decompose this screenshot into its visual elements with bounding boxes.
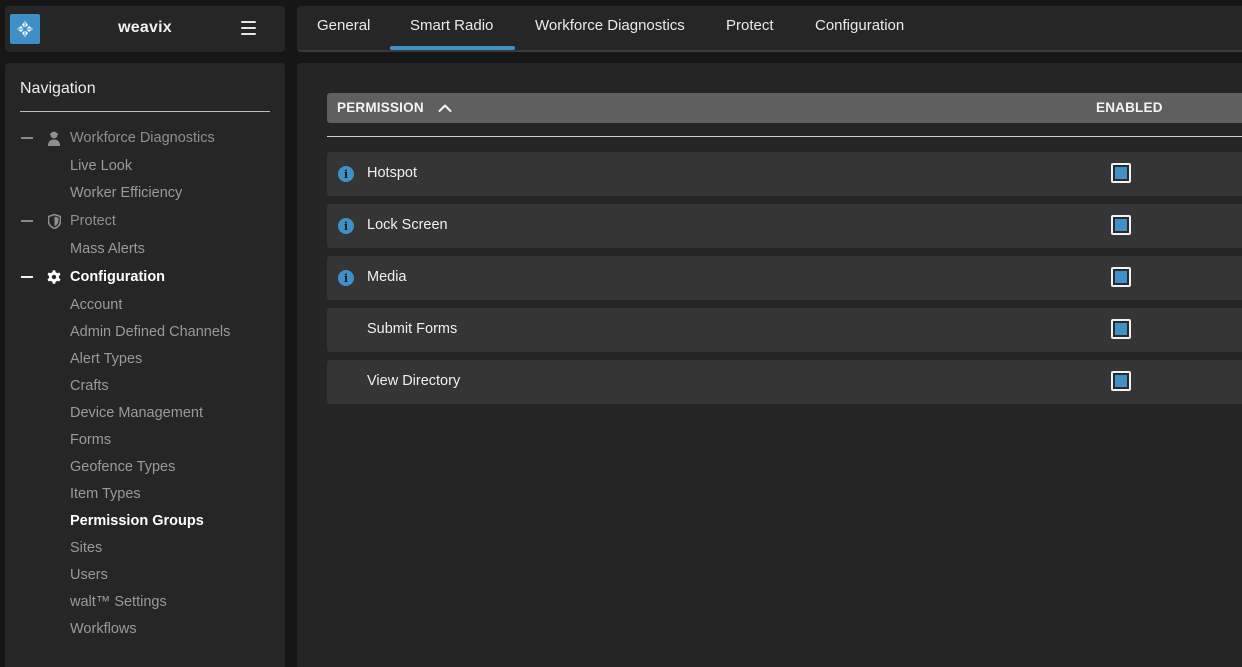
sidebar-item-alert-types[interactable]: Alert Types xyxy=(70,351,142,367)
enabled-checkbox[interactable] xyxy=(1111,319,1131,339)
sidebar-item-live-look[interactable]: Live Look xyxy=(70,158,132,174)
menu-toggle-icon[interactable] xyxy=(241,21,256,35)
sidebar-item-users[interactable]: Users xyxy=(70,567,108,583)
sidebar-item-crafts[interactable]: Crafts xyxy=(70,378,109,394)
gear-icon xyxy=(46,269,62,285)
permission-label: View Directory xyxy=(367,373,461,389)
tab-protect[interactable]: Protect xyxy=(726,17,774,34)
info-icon[interactable]: i xyxy=(338,218,354,234)
sidebar-item-admin-defined-channels[interactable]: Admin Defined Channels xyxy=(70,324,230,340)
nav-divider xyxy=(20,111,270,112)
enabled-checkbox[interactable] xyxy=(1111,267,1131,287)
tab-smart-radio[interactable]: Smart Radio xyxy=(410,17,493,34)
enabled-checkbox[interactable] xyxy=(1111,215,1131,235)
enabled-checkbox[interactable] xyxy=(1111,371,1131,391)
sidebar-item-geofence-types[interactable]: Geofence Types xyxy=(70,459,175,475)
sidebar-item-item-types[interactable]: Item Types xyxy=(70,486,141,502)
sidebar-section-workforce-diagnostics[interactable]: Workforce Diagnostics xyxy=(70,130,215,146)
main-panel: PERMISSION ENABLED i Hotspot i Lock Scre… xyxy=(297,63,1242,667)
sidebar-item-walt-settings[interactable]: walt™ Settings xyxy=(70,594,167,610)
sidebar-item-sites[interactable]: Sites xyxy=(70,540,102,556)
sidebar-item-workflows[interactable]: Workflows xyxy=(70,621,137,637)
table-row: View Directory xyxy=(327,360,1242,404)
sidebar-item-worker-efficiency[interactable]: Worker Efficiency xyxy=(70,185,182,201)
shield-icon xyxy=(46,213,62,229)
sidebar: Navigation Workforce Diagnostics Live Lo… xyxy=(5,63,285,667)
column-header-permission[interactable]: PERMISSION xyxy=(337,100,424,115)
enabled-checkbox[interactable] xyxy=(1111,163,1131,183)
sidebar-item-mass-alerts[interactable]: Mass Alerts xyxy=(70,241,145,257)
worker-icon xyxy=(46,130,62,146)
table-header-divider xyxy=(327,136,1242,137)
column-header-enabled: ENABLED xyxy=(1096,100,1163,115)
table-header: PERMISSION ENABLED xyxy=(327,93,1242,123)
tab-general[interactable]: General xyxy=(317,17,370,34)
permission-label: Submit Forms xyxy=(367,321,458,337)
sidebar-item-device-management[interactable]: Device Management xyxy=(70,405,203,421)
sidebar-item-permission-groups[interactable]: Permission Groups xyxy=(70,513,204,529)
brand-header: weavix xyxy=(5,6,285,52)
table-row: i Hotspot xyxy=(327,152,1242,196)
permission-label: Media xyxy=(367,269,407,285)
sidebar-item-forms[interactable]: Forms xyxy=(70,432,111,448)
sidebar-item-account[interactable]: Account xyxy=(70,297,122,313)
permission-label: Lock Screen xyxy=(367,217,448,233)
permission-label: Hotspot xyxy=(367,165,417,181)
active-tab-indicator xyxy=(390,46,515,50)
sort-ascending-icon[interactable] xyxy=(437,100,453,116)
sidebar-section-protect[interactable]: Protect xyxy=(70,213,116,229)
nav-title: Navigation xyxy=(20,80,96,97)
info-icon[interactable]: i xyxy=(338,166,354,182)
table-row: i Media xyxy=(327,256,1242,300)
table-row: i Lock Screen xyxy=(327,204,1242,248)
tab-workforce-diagnostics[interactable]: Workforce Diagnostics xyxy=(535,17,685,34)
info-icon[interactable]: i xyxy=(338,270,354,286)
sidebar-section-configuration[interactable]: Configuration xyxy=(70,269,165,285)
table-row: Submit Forms xyxy=(327,308,1242,352)
collapse-dash-icon[interactable] xyxy=(21,137,33,139)
tab-configuration[interactable]: Configuration xyxy=(815,17,904,34)
top-tabs: General Smart Radio Workforce Diagnostic… xyxy=(297,6,1242,52)
collapse-dash-icon[interactable] xyxy=(21,276,33,278)
collapse-dash-icon[interactable] xyxy=(21,220,33,222)
